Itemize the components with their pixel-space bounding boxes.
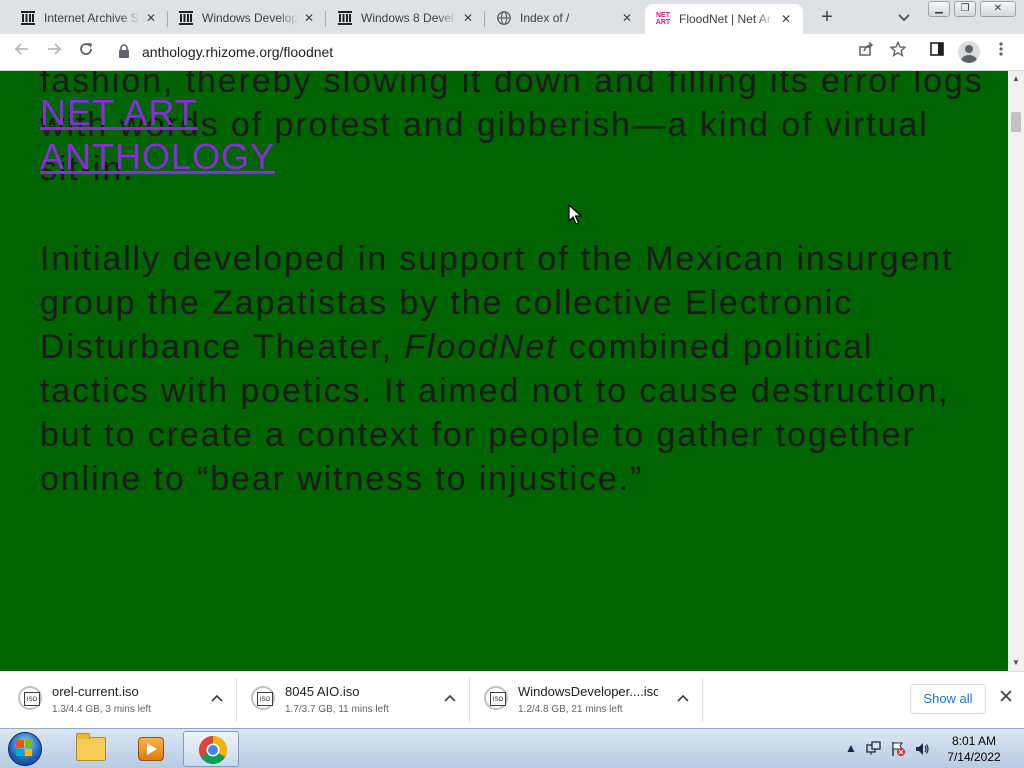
tab-windows-develop[interactable]: Windows Develop ✕ [168, 4, 326, 32]
tab-search-chevron-icon[interactable] [894, 8, 914, 28]
minimize-button[interactable]: ▁ [928, 1, 950, 17]
taskbar-chrome[interactable] [183, 731, 239, 767]
download-filename: orel-current.iso [52, 684, 139, 699]
taskbar-media-player[interactable] [122, 731, 178, 767]
media-player-icon [138, 737, 164, 761]
chevron-up-icon[interactable] [209, 690, 225, 706]
show-hidden-icons-chevron[interactable]: ▲ [845, 741, 857, 755]
tab-title: Index of / [520, 11, 570, 25]
page-content: fashion, thereby slowing it down and fil… [0, 71, 1008, 671]
lock-icon[interactable] [118, 44, 130, 58]
taskbar-explorer[interactable] [62, 731, 118, 767]
mouse-cursor-icon [568, 203, 583, 226]
archive-icon [20, 10, 36, 26]
tab-close-icon[interactable]: ✕ [620, 11, 634, 25]
paragraph-line: but to create a context for people to ga… [40, 416, 916, 454]
download-item[interactable]: ISO WindowsDeveloper....iso 1.2/4.8 GB, … [470, 672, 703, 728]
archive-icon [337, 10, 353, 26]
download-status: 1.7/3.7 GB, 11 mins left [285, 704, 389, 715]
text-span: Disturbance Theater, [40, 328, 405, 366]
scrollbar-thumb[interactable] [1011, 112, 1021, 132]
show-all-downloads-button[interactable]: Show all [910, 684, 986, 714]
tab-title: Windows 8 Devel [361, 11, 454, 25]
net-art-icon: NET ART [655, 11, 671, 27]
tab-title: FloodNet | Net Ar [679, 12, 771, 26]
tab-strip: Internet Archive S ✕ Windows Develop ✕ W… [0, 0, 1024, 34]
download-item[interactable]: ISO orel-current.iso 1.3/4.4 GB, 3 mins … [4, 672, 237, 728]
profile-avatar[interactable] [958, 41, 980, 63]
download-status: 1.2/4.8 GB, 21 mins left [518, 704, 623, 715]
tab-windows-8-devel[interactable]: Windows 8 Devel ✕ [327, 4, 485, 32]
tab-title: Internet Archive S [44, 11, 139, 25]
tab-close-icon[interactable]: ✕ [779, 12, 793, 26]
folder-icon [76, 733, 106, 761]
paragraph-line: online to “bear witness to injustice.” [40, 460, 644, 498]
chrome-icon [199, 736, 227, 764]
download-filename: WindowsDeveloper....iso [518, 684, 658, 699]
forward-arrow-icon [48, 43, 62, 55]
iso-file-icon: ISO [24, 692, 40, 706]
reload-button[interactable] [74, 40, 98, 64]
work-title-italic: FloodNet [404, 328, 558, 366]
clock-date: 7/14/2022 [947, 750, 1001, 764]
archive-icon [178, 10, 194, 26]
download-item[interactable]: ISO 8045 AIO.iso 1.7/3.7 GB, 11 mins lef… [237, 672, 470, 728]
iso-file-icon: ISO [257, 692, 273, 706]
tab-index-of[interactable]: Index of / ✕ [486, 4, 644, 32]
windows-logo-icon [16, 740, 32, 756]
system-clock[interactable]: 8:01 AM 7/14/2022 [936, 733, 1012, 765]
scroll-down-arrow-icon[interactable]: ▼ [1008, 655, 1024, 671]
start-button[interactable] [4, 730, 44, 768]
windows-taskbar: ▲ 8:01 AM 7/14/2022 [0, 728, 1024, 768]
back-arrow-icon [14, 43, 28, 55]
forward-button[interactable] [42, 40, 66, 64]
tab-floodnet[interactable]: NET ART FloodNet | Net Ar ✕ [645, 4, 803, 34]
menu-kebab-icon[interactable] [990, 41, 1012, 63]
restore-button[interactable]: ❐ [954, 1, 976, 17]
net-art-anthology-logo-link[interactable]: NET ART ANTHOLOGY [40, 91, 275, 179]
paragraph-line: Initially developed in support of the Me… [40, 240, 954, 278]
download-shelf: ISO orel-current.iso 1.3/4.4 GB, 3 mins … [0, 671, 1024, 728]
chevron-up-icon[interactable] [675, 690, 691, 706]
share-icon[interactable] [855, 41, 877, 63]
tab-title: Windows Develop [202, 11, 298, 25]
globe-icon [496, 10, 512, 26]
paragraph-line: tactics with poetics. It aimed not to ca… [40, 372, 950, 410]
network-icon[interactable] [866, 741, 882, 760]
address-bar[interactable]: anthology.rhizome.org/floodnet [142, 44, 333, 60]
close-shelf-icon[interactable] [996, 688, 1016, 708]
window-close-button[interactable]: ✕ [980, 1, 1016, 17]
favicon-text: NET ART [655, 12, 671, 26]
new-tab-button[interactable]: + [815, 6, 839, 30]
tab-close-icon[interactable]: ✕ [302, 11, 316, 25]
back-button[interactable] [10, 40, 34, 64]
chevron-up-icon[interactable] [442, 690, 458, 706]
browser-toolbar: anthology.rhizome.org/floodnet [0, 34, 1024, 71]
tab-internet-archive[interactable]: Internet Archive S ✕ [10, 4, 168, 32]
article-paragraph: Initially developed in support of the Me… [40, 237, 1008, 501]
download-status: 1.3/4.4 GB, 3 mins left [52, 704, 151, 715]
tab-close-icon[interactable]: ✕ [144, 11, 158, 25]
logo-line: ANTHOLOGY [40, 136, 276, 177]
reload-icon [80, 43, 92, 55]
logo-line: NET ART [40, 92, 198, 133]
scroll-up-arrow-icon[interactable]: ▲ [1008, 71, 1024, 87]
paragraph-line: Disturbance Theater, FloodNet combined p… [40, 325, 1008, 369]
page-scrollbar[interactable]: ▲ ▼ [1008, 71, 1024, 671]
paragraph-line: group the Zapatistas by the collective E… [40, 284, 854, 322]
side-panel-icon[interactable] [926, 41, 948, 63]
iso-file-icon: ISO [490, 692, 506, 706]
tab-close-icon[interactable]: ✕ [461, 11, 475, 25]
bookmark-star-icon[interactable] [887, 40, 909, 63]
action-center-flag-icon[interactable] [890, 741, 906, 760]
clock-time: 8:01 AM [951, 734, 997, 748]
volume-icon[interactable] [914, 741, 930, 760]
text-span: combined political [557, 328, 874, 366]
download-filename: 8045 AIO.iso [285, 684, 360, 699]
